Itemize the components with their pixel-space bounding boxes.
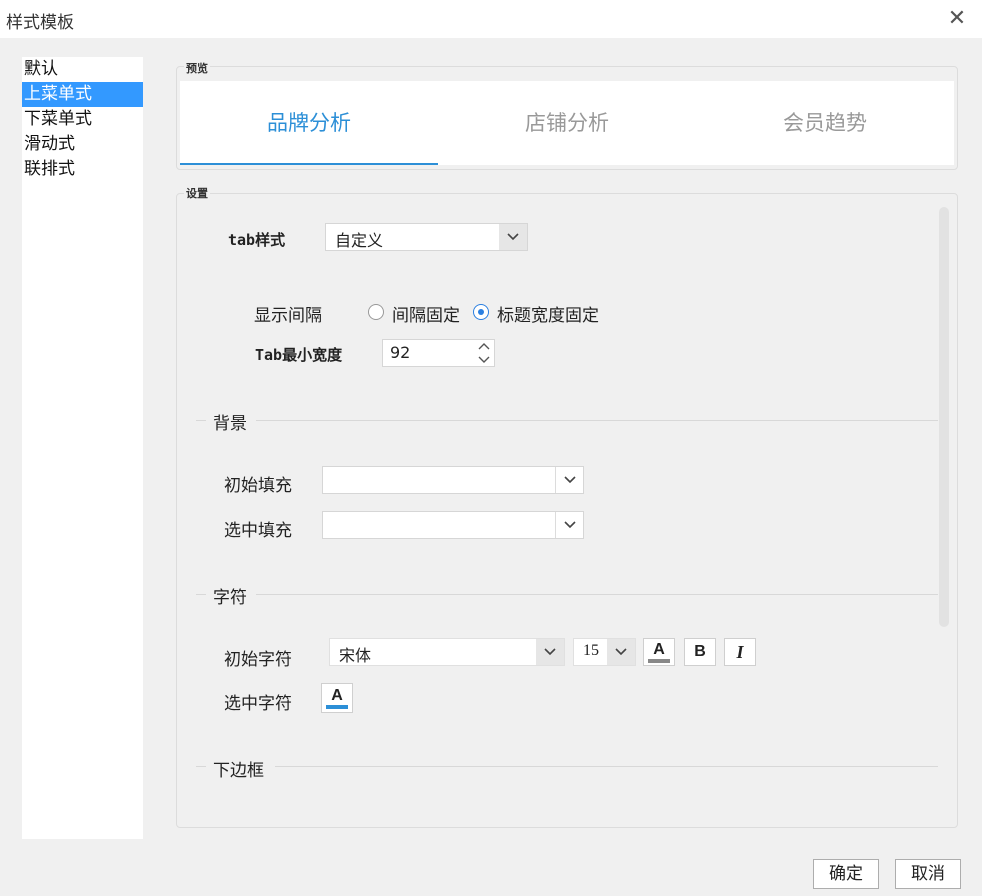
selected-font-color-button[interactable]: A	[321, 683, 353, 713]
initial-color-swatch	[648, 659, 670, 663]
cancel-button[interactable]: 取消	[895, 859, 961, 889]
selected-fill-select[interactable]	[322, 511, 584, 539]
preview-label: 预览	[184, 60, 210, 76]
initial-font-color-button[interactable]: A	[643, 638, 675, 666]
settings-scrollbar[interactable]	[939, 207, 949, 627]
initial-fill-select[interactable]	[322, 466, 584, 494]
italic-button[interactable]: I	[724, 638, 756, 666]
chevron-down-icon[interactable]	[474, 353, 494, 366]
font-color-icon: A	[326, 687, 348, 709]
settings-label: 设置	[184, 185, 210, 201]
chevron-down-icon[interactable]	[499, 224, 527, 250]
initial-font-label: 初始字符	[224, 650, 292, 670]
tab-style-label: tab样式	[228, 231, 286, 249]
display-spacing-label: 显示间隔	[254, 306, 322, 326]
close-icon[interactable]: ✕	[944, 6, 970, 32]
divider	[196, 594, 206, 595]
preview-tab-brand[interactable]: 品牌分析	[180, 81, 438, 165]
chevron-down-icon[interactable]	[607, 639, 635, 665]
preview-tab-bar: 品牌分析 店铺分析 会员趋势	[180, 81, 954, 165]
divider	[256, 594, 938, 595]
divider	[196, 420, 206, 421]
initial-fill-label: 初始填充	[224, 476, 292, 496]
chevron-up-icon[interactable]	[474, 340, 494, 353]
font-heading: 字符	[213, 588, 247, 608]
selected-color-swatch	[326, 705, 348, 709]
template-list: 默认 上菜单式 下菜单式 滑动式 联排式	[22, 57, 143, 839]
tab-min-width-value[interactable]: 92	[390, 343, 410, 362]
bold-button[interactable]: B	[684, 638, 716, 666]
selected-font-label: 选中字符	[224, 694, 292, 714]
window-title: 样式模板	[6, 13, 74, 33]
bottom-border-heading: 下边框	[213, 761, 264, 781]
tab-style-select[interactable]: 自定义	[325, 223, 528, 251]
tab-min-width-label: Tab最小宽度	[255, 346, 343, 364]
divider	[275, 766, 938, 767]
template-item-bottom-menu[interactable]: 下菜单式	[22, 107, 143, 132]
chevron-down-icon[interactable]	[555, 512, 583, 538]
divider	[256, 420, 938, 421]
preview-tab-store[interactable]: 店铺分析	[438, 81, 696, 165]
selected-fill-label: 选中填充	[224, 521, 292, 541]
preview-tab-member[interactable]: 会员趋势	[696, 81, 954, 165]
radio-fixed-spacing-label[interactable]: 间隔固定	[392, 301, 460, 326]
font-size-value: 15	[583, 642, 599, 659]
chevron-down-icon[interactable]	[555, 467, 583, 493]
font-family-select[interactable]: 宋体	[329, 638, 565, 666]
radio-fixed-title-width-label[interactable]: 标题宽度固定	[497, 301, 599, 326]
font-size-select[interactable]: 15	[573, 638, 636, 666]
font-family-value: 宋体	[339, 646, 372, 665]
template-item-row[interactable]: 联排式	[22, 157, 143, 182]
template-item-top-menu[interactable]: 上菜单式	[22, 82, 143, 107]
tab-style-value: 自定义	[335, 231, 384, 250]
title-bar: 样式模板 ✕	[0, 0, 982, 38]
background-heading: 背景	[213, 414, 247, 434]
tab-min-width-stepper[interactable]: 92	[382, 339, 495, 367]
font-color-icon: A	[648, 641, 670, 663]
template-item-default[interactable]: 默认	[22, 57, 143, 82]
radio-fixed-title-width[interactable]	[473, 304, 489, 320]
template-item-sliding[interactable]: 滑动式	[22, 132, 143, 157]
ok-button[interactable]: 确定	[813, 859, 879, 889]
chevron-down-icon[interactable]	[536, 639, 564, 665]
divider	[196, 766, 206, 767]
radio-fixed-spacing[interactable]	[368, 304, 384, 320]
